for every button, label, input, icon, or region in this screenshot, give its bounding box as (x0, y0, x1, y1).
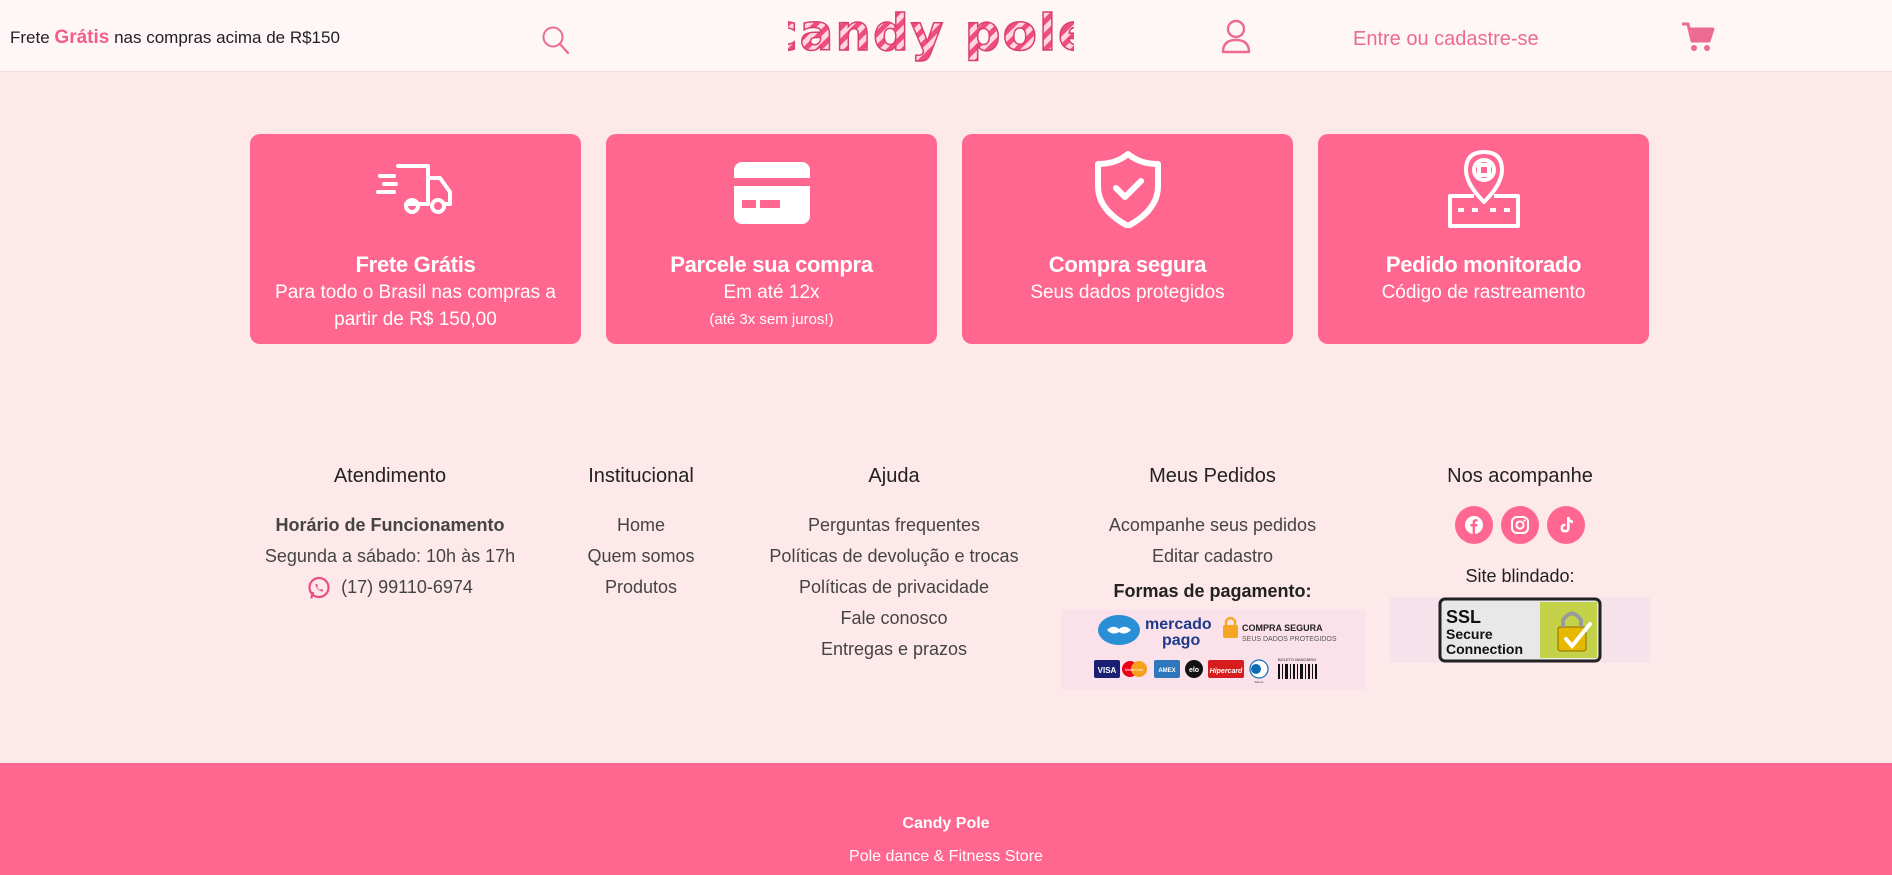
footer-link-returns[interactable]: Políticas de devolução e trocas (744, 541, 1044, 572)
svg-text:VISA: VISA (1097, 666, 1116, 675)
feature-cards: Frete Grátis Para todo o Brasil nas comp… (250, 134, 1650, 344)
ssl-badge-image: SSL Secure Connection (1438, 597, 1602, 663)
svg-text:SEUS DADOS PROTEGIDOS: SEUS DADOS PROTEGIDOS (1242, 636, 1337, 643)
site-shield-label: Site blindado: (1465, 566, 1575, 586)
footer-link-contact[interactable]: Fale conosco (744, 603, 1044, 634)
svg-text:Hipercard: Hipercard (1209, 668, 1242, 675)
social-links (1390, 506, 1650, 544)
feature-title: Frete Grátis (355, 252, 476, 277)
column-heading: Ajuda (868, 465, 920, 487)
footer-link-edit-profile[interactable]: Editar cadastro (1060, 541, 1365, 572)
map-pin-icon (1447, 150, 1520, 228)
svg-text:SSL: SSL (1446, 607, 1481, 627)
bottom-footer-bar: Candy Pole Pole dance & Fitness Store (0, 763, 1892, 875)
svg-text:MasterCard: MasterCard (1124, 668, 1142, 672)
svg-text:elo: elo (1188, 667, 1198, 674)
column-heading: Atendimento (333, 465, 447, 487)
feature-card-secure: Compra segura Seus dados protegidos (962, 134, 1293, 344)
footer-column-social: Nos acompanhe Site blindado: SSL Secure … (1390, 465, 1650, 663)
instagram-icon (1511, 516, 1529, 534)
ssl-seal: SSL Secure Connection (1390, 597, 1650, 663)
tiktok-button[interactable] (1547, 506, 1585, 544)
footer-link-track-orders[interactable]: Acompanhe seus pedidos (1060, 510, 1365, 541)
feature-note: (até 3x sem juros!) (709, 311, 834, 328)
feature-title: Parcele sua compra (670, 252, 873, 277)
footer-link-quem-somos[interactable]: Quem somos (560, 541, 722, 572)
phone-row: (17) 99110-6974 (240, 572, 540, 610)
footer-column-institucional: Institucional Home Quem somos Produtos (560, 465, 722, 603)
facebook-button[interactable] (1455, 506, 1493, 544)
footer-column-pedidos: Meus Pedidos Acompanhe seus pedidos Edit… (1060, 465, 1365, 690)
column-heading: Meus Pedidos (1149, 465, 1276, 487)
feature-subtitle: Código de rastreamento (1381, 282, 1586, 303)
instagram-button[interactable] (1501, 506, 1539, 544)
svg-text:Secure: Secure (1446, 626, 1493, 642)
svg-text:mercado: mercado (1145, 616, 1212, 633)
footer-link-privacy[interactable]: Políticas de privacidade (744, 572, 1044, 603)
free-shipping-banner: Frete Grátis nas compras acima de R$150 (10, 27, 340, 49)
feature-card-shipping: Frete Grátis Para todo o Brasil nas comp… (250, 134, 581, 344)
account-button[interactable] (1220, 18, 1252, 56)
svg-text:pago: pago (1162, 632, 1200, 649)
facebook-icon (1465, 516, 1483, 534)
payment-methods-label: Formas de pagamento: (1113, 581, 1312, 601)
column-heading: Nos acompanhe (1447, 465, 1593, 487)
search-icon (542, 26, 570, 55)
feature-card-tracking: Pedido monitorado Código de rastreamento (1318, 134, 1649, 344)
feature-subtitle: Para todo o Brasil nas compras a partir … (275, 282, 556, 330)
footer-column-atendimento: Atendimento Horário de Funcionamento Seg… (240, 465, 540, 610)
svg-text:BOLETO BANCÁRIO: BOLETO BANCÁRIO (1278, 657, 1316, 662)
payment-methods-banner: mercado pago COMPRA SEGURA SEUS DADOS PR… (1060, 610, 1365, 690)
hours-text: Segunda a sábado: 10h às 17h (264, 546, 516, 566)
cart-button[interactable] (1681, 21, 1715, 53)
footer-column-ajuda: Ajuda Perguntas frequentes Políticas de … (744, 465, 1044, 665)
svg-text:candy pole: candy pole (788, 6, 1074, 62)
feature-title: Pedido monitorado (1385, 252, 1582, 277)
svg-text:COMPRA SEGURA: COMPRA SEGURA (1242, 623, 1323, 633)
promo-highlight: Grátis (54, 27, 110, 48)
svg-text:Diners: Diners (1254, 680, 1263, 684)
svg-text:AMEX: AMEX (1158, 668, 1175, 674)
top-header: Frete Grátis nas compras acima de R$150 … (0, 0, 1892, 72)
cart-icon (1682, 22, 1715, 51)
whatsapp-icon (308, 576, 330, 599)
login-register-link[interactable]: Entre ou cadastre-se (1353, 28, 1539, 51)
feature-subtitle: Seus dados protegidos (1030, 282, 1225, 303)
footer-link-produtos[interactable]: Produtos (560, 572, 722, 603)
phone-link[interactable]: (17) 99110-6974 (341, 572, 473, 603)
feature-title: Compra segura (1048, 252, 1207, 277)
promo-suffix: nas compras acima de R$150 (114, 28, 340, 47)
tiktok-icon (1560, 517, 1573, 533)
column-heading: Institucional (588, 465, 694, 487)
store-name: Candy Pole (902, 815, 990, 832)
footer-link-home[interactable]: Home (560, 510, 722, 541)
promo-prefix: Frete (10, 28, 50, 47)
credit-card-icon (733, 162, 810, 224)
payment-methods-image: mercado pago COMPRA SEGURA SEUS DADOS PR… (1093, 615, 1337, 684)
candy-pole-logo[interactable]: candy pole (788, 6, 1074, 68)
footer-link-delivery[interactable]: Entregas e prazos (744, 634, 1044, 665)
shield-check-icon (1094, 151, 1161, 228)
feature-card-installments: Parcele sua compra Em até 12x (até 3x se… (606, 134, 937, 344)
store-tagline: Pole dance & Fitness Store (849, 848, 1043, 865)
search-button[interactable] (540, 24, 572, 56)
truck-icon (375, 164, 452, 214)
hours-title: Horário de Funcionamento (275, 515, 505, 535)
svg-text:Connection: Connection (1446, 641, 1523, 657)
footer-link-faq[interactable]: Perguntas frequentes (744, 510, 1044, 541)
feature-subtitle: Em até 12x (723, 282, 820, 303)
user-icon (1221, 19, 1251, 54)
